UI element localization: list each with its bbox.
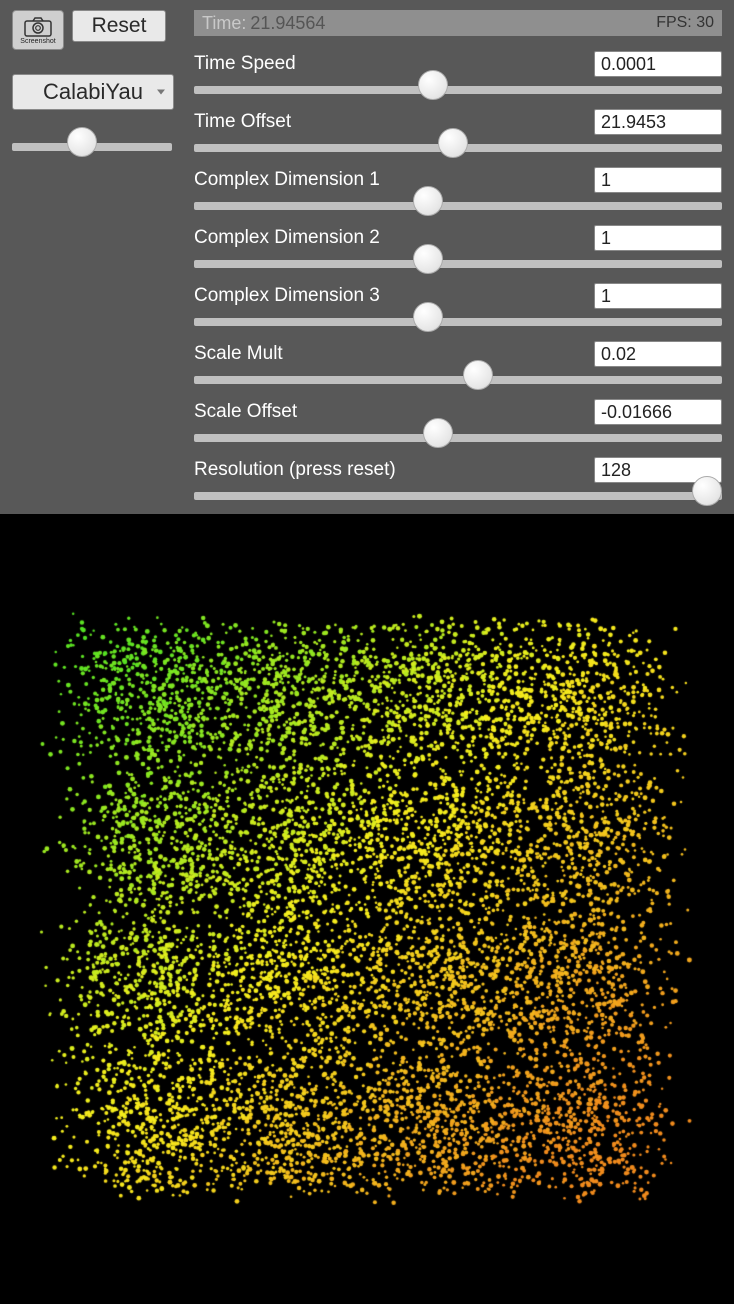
left-column: Screenshot Reset CalabiYau (12, 10, 194, 514)
camera-icon (24, 17, 52, 37)
param-row: Complex Dimension 1 (194, 166, 722, 218)
param-label: Scale Offset (194, 401, 297, 423)
fps-label: FPS: 30 (656, 14, 714, 32)
param-slider-wrap (194, 252, 722, 276)
param-slider[interactable] (194, 434, 722, 442)
param-slider-wrap (194, 426, 722, 450)
param-head: Time Speed (194, 50, 722, 78)
param-head: Resolution (press reset) (194, 456, 722, 484)
param-input[interactable] (594, 225, 722, 251)
preset-dropdown-label: CalabiYau (43, 79, 143, 105)
screenshot-button[interactable]: Screenshot (12, 10, 64, 50)
param-row: Resolution (press reset) (194, 456, 722, 508)
param-input[interactable] (594, 109, 722, 135)
param-head: Complex Dimension 3 (194, 282, 722, 310)
param-row: Scale Mult (194, 340, 722, 392)
param-slider[interactable] (194, 376, 722, 384)
left-opacity-slider[interactable] (12, 143, 172, 151)
param-input[interactable] (594, 283, 722, 309)
param-slider-wrap (194, 484, 722, 508)
control-panel: Screenshot Reset CalabiYau Time: 21.9456… (0, 0, 734, 514)
param-row: Time Speed (194, 50, 722, 102)
preset-dropdown[interactable]: CalabiYau (12, 74, 174, 110)
visualization-canvas[interactable] (0, 514, 734, 1304)
param-slider[interactable] (194, 86, 722, 94)
chevron-down-icon (157, 90, 165, 95)
time-bar: Time: 21.94564 FPS: 30 (194, 10, 722, 36)
param-input[interactable] (594, 51, 722, 77)
param-label: Time Offset (194, 111, 291, 133)
screenshot-caption: Screenshot (20, 38, 55, 45)
reset-button[interactable]: Reset (72, 10, 166, 42)
param-slider-wrap (194, 194, 722, 218)
param-slider-wrap (194, 136, 722, 160)
param-label: Complex Dimension 1 (194, 169, 380, 191)
param-label: Resolution (press reset) (194, 459, 396, 481)
param-slider[interactable] (194, 492, 722, 500)
param-row: Complex Dimension 3 (194, 282, 722, 334)
params-container: Time Speed Time Offset Complex Dimension 1… (194, 50, 722, 514)
param-slider[interactable] (194, 318, 722, 326)
param-slider[interactable] (194, 260, 722, 268)
left-slider-wrap (12, 138, 172, 170)
param-label: Complex Dimension 3 (194, 285, 380, 307)
param-slider[interactable] (194, 144, 722, 152)
param-label: Time Speed (194, 53, 296, 75)
param-head: Scale Offset (194, 398, 722, 426)
time-value: 21.94564 (250, 13, 325, 34)
param-input[interactable] (594, 167, 722, 193)
param-row: Complex Dimension 2 (194, 224, 722, 276)
param-label: Scale Mult (194, 343, 283, 365)
param-slider-wrap (194, 310, 722, 334)
param-slider-wrap (194, 78, 722, 102)
top-buttons-row: Screenshot Reset (12, 10, 194, 50)
param-label: Complex Dimension 2 (194, 227, 380, 249)
time-label: Time: (202, 13, 246, 34)
param-row: Time Offset (194, 108, 722, 160)
param-head: Scale Mult (194, 340, 722, 368)
param-input[interactable] (594, 399, 722, 425)
param-row: Scale Offset (194, 398, 722, 450)
right-column: Time: 21.94564 FPS: 30 Time Speed Time Of… (194, 10, 722, 514)
param-head: Complex Dimension 1 (194, 166, 722, 194)
param-slider-wrap (194, 368, 722, 392)
param-head: Complex Dimension 2 (194, 224, 722, 252)
param-slider[interactable] (194, 202, 722, 210)
param-input[interactable] (594, 341, 722, 367)
